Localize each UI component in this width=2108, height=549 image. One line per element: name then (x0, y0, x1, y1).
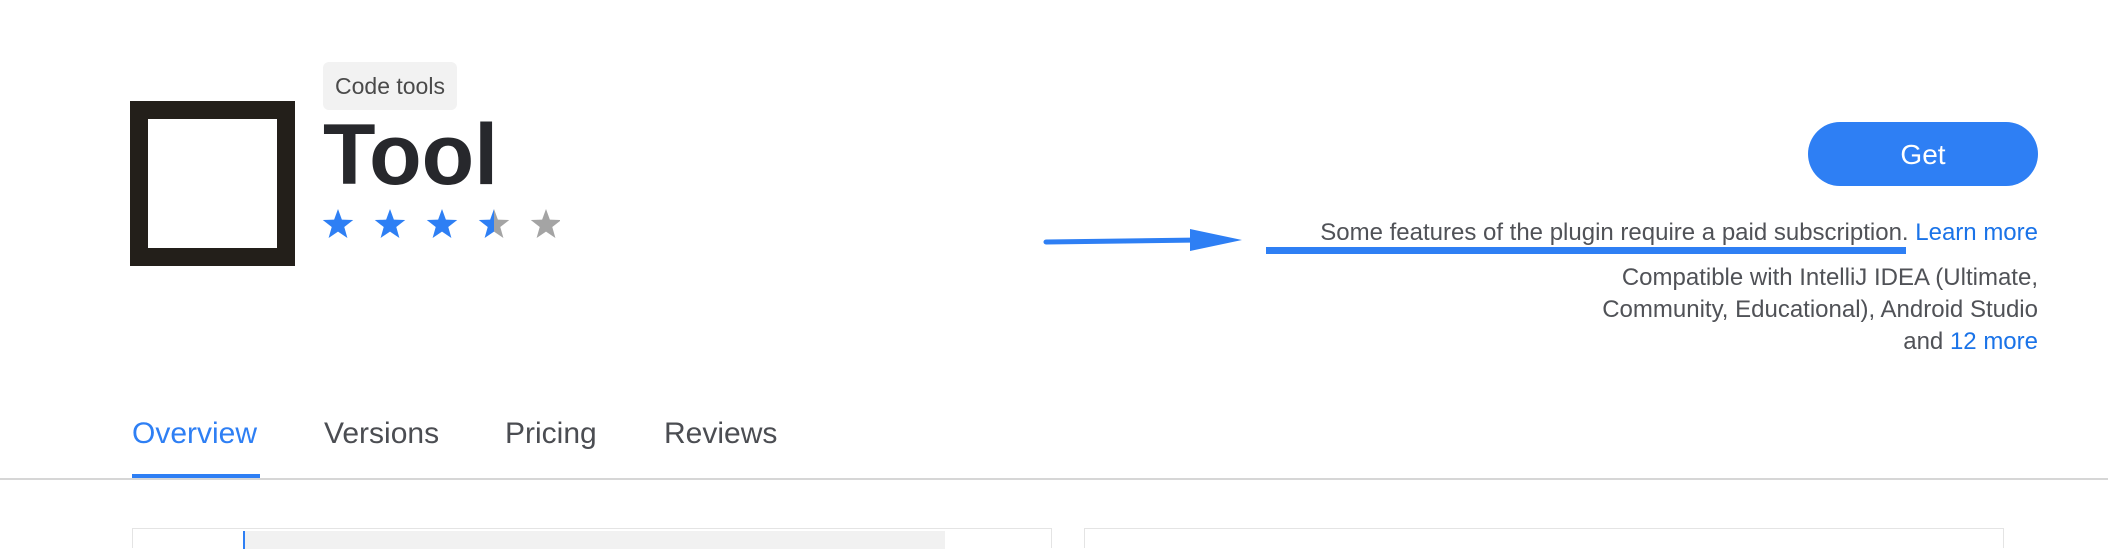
plugin-title: Tool (323, 107, 499, 203)
subscription-notice-text: Some features of the plugin require a pa… (1320, 219, 1909, 246)
screenshot-preview (243, 531, 945, 549)
learn-more-link[interactable]: Learn more (1915, 219, 2038, 246)
compatibility-line-3: and 12 more (1478, 326, 2038, 358)
annotation-underline (1266, 247, 1906, 254)
category-badge[interactable]: Code tools (323, 62, 457, 110)
annotation-arrow-icon (1043, 229, 1242, 251)
rating-stars (320, 204, 560, 244)
compatibility-line-2: Community, Educational), Android Studio (1602, 296, 2038, 323)
star-icon (322, 209, 354, 238)
tab-divider (0, 478, 2108, 480)
subscription-notice: Some features of the plugin require a pa… (1320, 218, 2038, 248)
star-icon (426, 209, 458, 238)
rating-stars-graphic (322, 209, 560, 238)
screenshot-panel (132, 528, 1052, 549)
star-icon (478, 209, 510, 238)
tab-overview[interactable]: Overview (132, 412, 257, 456)
tab-versions[interactable]: Versions (324, 412, 439, 456)
more-products-link[interactable]: 12 more (1950, 328, 2038, 355)
compatibility-info: Compatible with IntelliJ IDEA (Ultimate,… (1478, 262, 2038, 358)
tab-pricing[interactable]: Pricing (505, 412, 597, 456)
info-panel (1084, 528, 2004, 548)
star-icon (530, 209, 560, 238)
compatibility-line-1: Compatible with IntelliJ IDEA (Ultimate, (1621, 264, 2038, 291)
star-icon (374, 209, 406, 238)
tab-reviews[interactable]: Reviews (664, 412, 777, 456)
plugin-logo (130, 101, 295, 266)
compatibility-and-text: and (1903, 328, 1944, 355)
get-button[interactable]: Get (1808, 122, 2038, 186)
